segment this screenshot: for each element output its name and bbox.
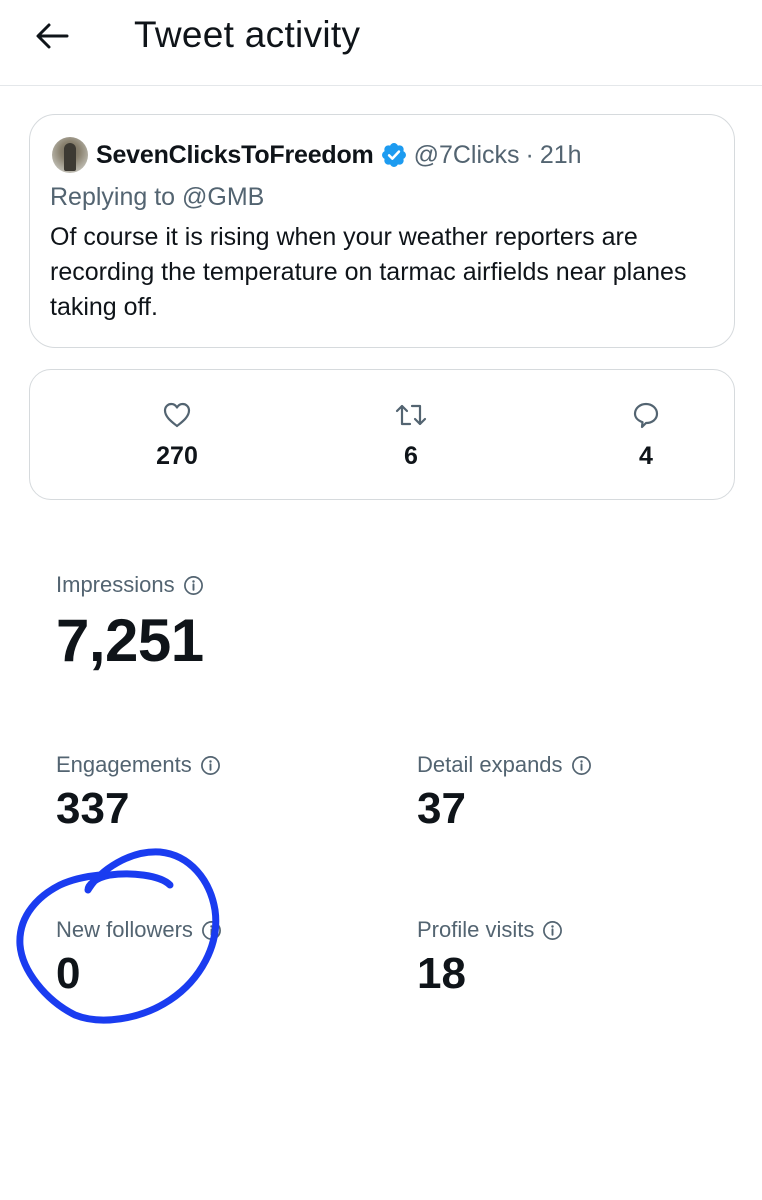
impressions-stat: Impressions 7,251 xyxy=(56,572,204,675)
top-app-bar: Tweet activity xyxy=(0,0,762,86)
retweets-count: 6 xyxy=(404,442,418,470)
new-followers-label: New followers xyxy=(56,917,193,942)
new-followers-stat: New followers 0 xyxy=(56,917,222,999)
verified-badge-icon xyxy=(381,143,406,167)
impressions-value: 7,251 xyxy=(56,607,204,674)
engagements-stat: Engagements 337 xyxy=(56,752,221,834)
user-handle[interactable]: @7Clicks xyxy=(414,141,520,170)
tweet-time: 21h xyxy=(539,140,582,169)
profile-visits-stat: Profile visits 18 xyxy=(417,917,563,999)
info-icon[interactable] xyxy=(201,920,222,941)
new-followers-value: 0 xyxy=(56,949,81,998)
page-title: Tweet activity xyxy=(134,14,361,55)
engagements-value: 337 xyxy=(56,784,130,833)
info-icon[interactable] xyxy=(542,920,563,941)
replying-to[interactable]: Replying to @GMB xyxy=(50,183,714,212)
engagements-label: Engagements xyxy=(56,752,192,777)
profile-visits-value: 18 xyxy=(417,949,466,998)
display-name[interactable]: SevenClicksToFreedom xyxy=(96,141,374,170)
tweet-header: SevenClicksToFreedom @7Clicks · 21h xyxy=(50,137,714,173)
arrow-left-icon xyxy=(36,23,69,49)
heart-icon xyxy=(163,402,191,428)
detail-expands-value: 37 xyxy=(417,784,466,833)
info-icon[interactable] xyxy=(571,755,592,776)
retweet-icon xyxy=(395,404,427,426)
tweet-text: Of course it is rising when your weather… xyxy=(50,223,687,321)
reply-icon xyxy=(633,402,659,429)
likes-metric: 270 xyxy=(117,400,237,471)
avatar[interactable] xyxy=(52,137,88,173)
engagement-card: 270 6 4 xyxy=(29,369,735,500)
info-icon[interactable] xyxy=(200,755,221,776)
profile-visits-label: Profile visits xyxy=(417,917,535,942)
replies-metric: 4 xyxy=(586,400,706,471)
detail-expands-label: Detail expands xyxy=(417,752,563,777)
impressions-label: Impressions xyxy=(56,572,175,597)
info-icon[interactable] xyxy=(183,575,204,596)
likes-count: 270 xyxy=(156,442,198,470)
back-button[interactable] xyxy=(32,16,72,56)
replies-count: 4 xyxy=(639,442,653,470)
tweet-card[interactable]: SevenClicksToFreedom @7Clicks · 21h Repl… xyxy=(29,114,735,348)
separator: · xyxy=(525,140,534,169)
detail-expands-stat: Detail expands 37 xyxy=(417,752,592,834)
retweets-metric: 6 xyxy=(351,400,471,471)
